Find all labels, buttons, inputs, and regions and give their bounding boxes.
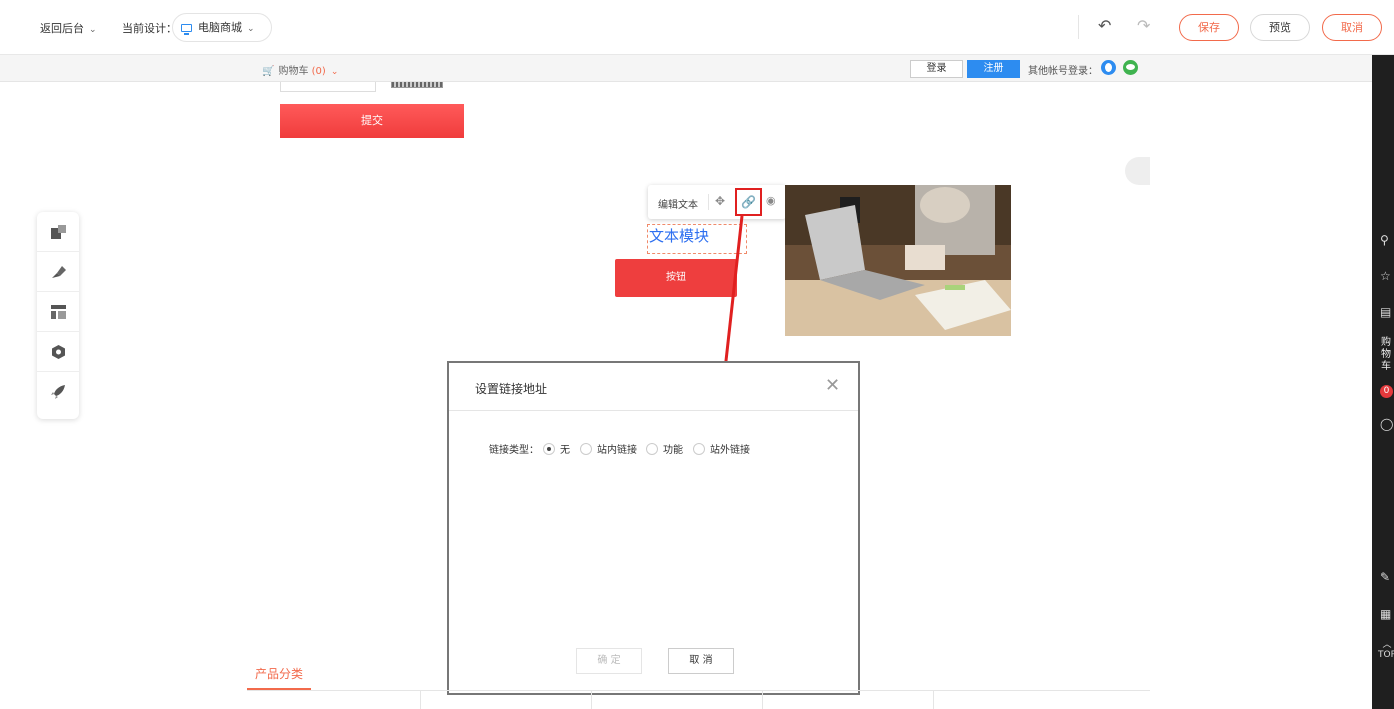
dialog-cancel-button[interactable]: 取 消 bbox=[668, 648, 734, 674]
laptop-photo bbox=[785, 185, 1011, 336]
category-column-divider bbox=[762, 691, 763, 709]
tool-components[interactable] bbox=[37, 212, 79, 252]
sidebar-cart-char: 车 bbox=[1381, 361, 1391, 372]
user-icon[interactable]: ⚲ bbox=[1380, 233, 1394, 247]
message-icon[interactable]: ▤ bbox=[1380, 305, 1394, 319]
current-design-label: 当前设计： bbox=[122, 22, 177, 35]
chevron-up-icon: ︿ bbox=[1382, 640, 1392, 650]
layout-icon bbox=[51, 305, 66, 319]
site-header-bar: 🛒 购物车 (0) ⌄ 登录 注册 其他帐号登录： bbox=[0, 55, 1372, 82]
category-divider bbox=[247, 690, 1150, 691]
dialog-title: 设置链接地址 bbox=[475, 382, 548, 396]
module-drag-handle[interactable] bbox=[1125, 157, 1150, 185]
redo-icon[interactable]: ↷ bbox=[1137, 16, 1150, 35]
link-type-label: 链接类型： bbox=[489, 445, 539, 456]
rocket-icon bbox=[51, 385, 65, 399]
monitor-icon bbox=[181, 24, 192, 35]
radio-internal-link-label: 站内链接 bbox=[597, 445, 637, 456]
undo-icon[interactable]: ↶ bbox=[1098, 16, 1111, 35]
design-selector[interactable]: 电脑商城 ⌄ bbox=[172, 13, 272, 42]
chevron-down-icon: ⌄ bbox=[330, 67, 339, 77]
radio-unselected-icon bbox=[580, 443, 592, 455]
layers-icon bbox=[51, 225, 66, 239]
back-to-admin-label: 返回后台 bbox=[40, 22, 84, 35]
back-to-top-label: TOP bbox=[1378, 650, 1394, 660]
radio-external-link[interactable]: 站外链接 bbox=[693, 441, 750, 456]
wechat-icon[interactable] bbox=[1123, 60, 1138, 75]
toolbar-divider bbox=[1078, 15, 1079, 39]
captcha-image[interactable] bbox=[391, 82, 443, 88]
back-to-admin-menu[interactable]: 返回后台 ⌄ bbox=[40, 20, 97, 36]
category-column-divider bbox=[933, 691, 934, 709]
edit-text-button[interactable]: 编辑文本 bbox=[658, 196, 698, 211]
paint-icon bbox=[52, 266, 66, 278]
link-settings-dialog: 设置链接地址 ✕ 链接类型： 无 站内链接 功能 站外链接 确 定 取 消 bbox=[447, 361, 860, 695]
cart-count: (0) bbox=[311, 66, 326, 77]
hexagon-icon bbox=[52, 345, 65, 359]
radio-internal-link[interactable]: 站内链接 bbox=[580, 441, 637, 456]
edit-icon[interactable]: ✎ bbox=[1380, 570, 1394, 584]
save-button[interactable]: 保存 bbox=[1179, 14, 1239, 41]
submit-button[interactable]: 提交 bbox=[280, 104, 464, 138]
qq-icon[interactable] bbox=[1101, 60, 1116, 75]
preview-button[interactable]: 预览 bbox=[1250, 14, 1310, 41]
radio-none[interactable]: 无 bbox=[543, 441, 570, 456]
sidebar-cart[interactable]: 购 物 车 bbox=[1381, 337, 1393, 373]
tool-publish[interactable] bbox=[37, 372, 79, 412]
cancel-button[interactable]: 取消 bbox=[1322, 14, 1382, 41]
dialog-header: 设置链接地址 ✕ bbox=[449, 363, 858, 411]
category-column-divider bbox=[591, 691, 592, 709]
cart-label: 购物车 bbox=[278, 66, 309, 77]
radio-unselected-icon bbox=[693, 443, 705, 455]
left-tools-panel bbox=[37, 212, 79, 419]
radio-unselected-icon bbox=[646, 443, 658, 455]
radio-none-label: 无 bbox=[560, 445, 570, 456]
tool-style[interactable] bbox=[37, 252, 79, 292]
radio-selected-icon bbox=[543, 443, 555, 455]
register-button[interactable]: 注册 bbox=[967, 60, 1020, 78]
category-column-divider bbox=[420, 691, 421, 709]
confirm-button[interactable]: 确 定 bbox=[576, 648, 642, 674]
star-icon[interactable]: ☆ bbox=[1380, 269, 1394, 283]
qrcode-icon[interactable]: ▦ bbox=[1380, 607, 1394, 621]
tool-settings[interactable] bbox=[37, 332, 79, 372]
right-sidebar: ⚲ ☆ ▤ 购 物 车 0 ◯ ✎ ▦ ︿ TOP bbox=[1372, 55, 1394, 709]
captcha-input[interactable] bbox=[280, 82, 376, 92]
cart-icon: 🛒 bbox=[262, 66, 275, 77]
other-login-label: 其他帐号登录： bbox=[1028, 66, 1098, 77]
chat-icon[interactable]: ◯ bbox=[1380, 417, 1394, 431]
radio-external-link-label: 站外链接 bbox=[710, 445, 750, 456]
back-to-top-button[interactable]: ︿ TOP bbox=[1378, 640, 1394, 660]
sidebar-cart-char: 购 bbox=[1381, 337, 1391, 348]
design-selector-value: 电脑商城 bbox=[198, 21, 242, 34]
sidebar-cart-char: 物 bbox=[1381, 349, 1391, 360]
sidebar-cart-badge: 0 bbox=[1380, 385, 1393, 398]
login-button[interactable]: 登录 bbox=[910, 60, 963, 78]
close-icon[interactable]: ✕ bbox=[825, 375, 840, 396]
cart-link[interactable]: 🛒 购物车 (0) ⌄ bbox=[262, 62, 338, 77]
tool-layout[interactable] bbox=[37, 292, 79, 332]
chevron-down-icon: ⌄ bbox=[247, 24, 255, 34]
radio-function-label: 功能 bbox=[663, 445, 683, 456]
radio-function[interactable]: 功能 bbox=[646, 441, 683, 456]
tab-product-category[interactable]: 产品分类 bbox=[247, 664, 311, 690]
editor-toolbar: 返回后台 ⌄ 当前设计： 电脑商城 ⌄ ↶ ↷ 保存 预览 取消 bbox=[0, 0, 1394, 55]
chevron-down-icon: ⌄ bbox=[89, 25, 97, 35]
